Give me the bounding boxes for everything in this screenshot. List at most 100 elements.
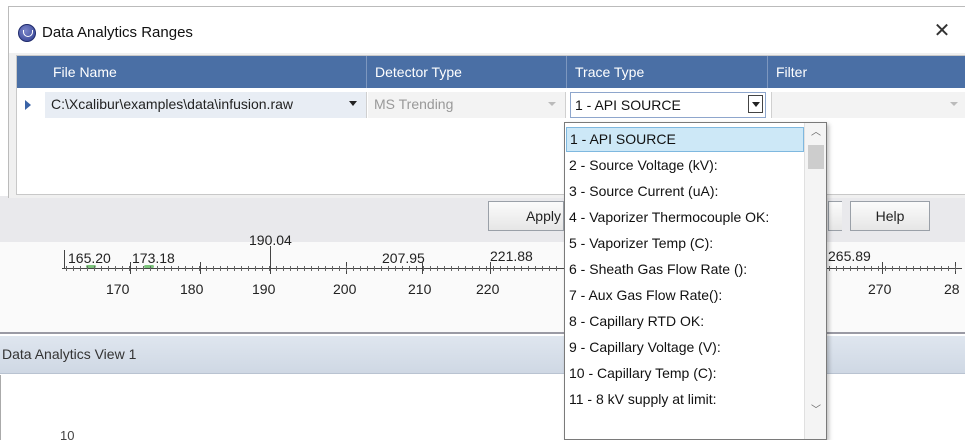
- column-header-label: File Name: [53, 64, 117, 80]
- view-title: Data Analytics View 1: [2, 346, 137, 362]
- minor-tick: [129, 266, 130, 271]
- column-header-detector-type[interactable]: Detector Type: [367, 56, 567, 88]
- filter-combobox[interactable]: [771, 92, 965, 118]
- tick-label: 180: [180, 281, 204, 297]
- peak-marker: [64, 250, 65, 268]
- minor-tick: [311, 266, 312, 271]
- tick-label: 270: [868, 281, 892, 297]
- minor-tick: [199, 266, 200, 271]
- hidden-button[interactable]: [828, 201, 842, 231]
- minor-tick: [535, 266, 536, 271]
- dialog-title: Data Analytics Ranges: [42, 24, 193, 41]
- tick-label: 220: [476, 281, 500, 297]
- minor-tick: [850, 266, 851, 271]
- minor-tick: [556, 266, 557, 271]
- minor-tick: [521, 266, 522, 271]
- column-header-filter[interactable]: Filter: [768, 56, 965, 88]
- minor-tick: [360, 266, 361, 271]
- file-name-combobox[interactable]: C:\Xcalibur\examples\data\infusion.raw: [45, 92, 367, 118]
- chevron-down-icon[interactable]: [548, 102, 556, 106]
- dropdown-option-label: 1 - API SOURCE: [570, 131, 676, 147]
- minor-tick: [388, 266, 389, 271]
- scroll-up-icon[interactable]: ︿: [805, 125, 826, 141]
- peak-label: 165.20: [68, 250, 111, 266]
- minor-tick: [73, 266, 74, 271]
- help-button[interactable]: Help: [850, 201, 930, 231]
- column-header-trace-type[interactable]: Trace Type: [567, 56, 768, 88]
- minor-tick: [164, 266, 165, 271]
- dropdown-option[interactable]: 11 - 8 kV supply at limit:: [566, 387, 804, 412]
- dropdown-option-label: 7 - Aux Gas Flow Rate():: [569, 287, 723, 303]
- detector-type-combobox[interactable]: MS Trending: [368, 92, 566, 118]
- trace-type-combobox[interactable]: 1 - API SOURCE: [570, 92, 766, 118]
- major-tick: [270, 262, 271, 274]
- minor-tick: [437, 266, 438, 271]
- dropdown-option[interactable]: 10 - Capillary Temp (C):: [566, 361, 804, 386]
- minor-tick: [325, 266, 326, 271]
- minor-tick: [920, 266, 921, 271]
- minor-tick: [276, 266, 277, 271]
- dropdown-option[interactable]: 8 - Capillary RTD OK:: [566, 309, 804, 334]
- dropdown-option-label: 10 - Capillary Temp (C):: [569, 365, 717, 381]
- dropdown-option[interactable]: 2 - Source Voltage (kV):: [566, 153, 804, 178]
- dropdown-option[interactable]: 6 - Sheath Gas Flow Rate ():: [566, 257, 804, 282]
- dropdown-option[interactable]: 9 - Capillary Voltage (V):: [566, 335, 804, 360]
- minor-tick: [157, 266, 158, 271]
- major-tick: [130, 262, 131, 274]
- trace-type-dropdown-button[interactable]: [748, 95, 763, 113]
- minor-tick: [927, 266, 928, 271]
- dropdown-option[interactable]: 4 - Vaporizer Thermocouple OK:: [566, 205, 804, 230]
- minor-tick: [514, 266, 515, 271]
- minor-tick: [836, 266, 837, 271]
- minor-tick: [192, 266, 193, 271]
- minor-tick: [136, 266, 137, 271]
- tick-label: 190: [252, 281, 276, 297]
- minor-tick: [332, 266, 333, 271]
- apply-button[interactable]: Apply: [488, 201, 564, 231]
- minor-tick: [185, 266, 186, 271]
- column-header-label: Detector Type: [375, 64, 462, 80]
- minor-tick: [857, 266, 858, 271]
- minor-tick: [878, 266, 879, 271]
- scrollbar-thumb[interactable]: [808, 145, 824, 169]
- minor-tick: [318, 266, 319, 271]
- minor-tick: [829, 266, 830, 271]
- dropdown-option-label: 5 - Vaporizer Temp (C):: [569, 235, 714, 251]
- help-button-label: Help: [875, 208, 905, 224]
- minor-tick: [465, 266, 466, 271]
- minor-tick: [913, 266, 914, 271]
- minor-tick: [262, 266, 263, 271]
- column-header-file-name[interactable]: File Name: [45, 56, 367, 88]
- dropdown-option-label: 8 - Capillary RTD OK:: [569, 313, 705, 329]
- dropdown-option[interactable]: 1 - API SOURCE: [566, 127, 804, 152]
- dropdown-scrollbar[interactable]: ︿ ﹀: [804, 123, 826, 439]
- minor-tick: [150, 266, 151, 271]
- trace-type-dropdown-list[interactable]: 1 - API SOURCE 2 - Source Voltage (kV): …: [564, 122, 827, 440]
- minor-tick: [234, 266, 235, 271]
- title-bar[interactable]: Data Analytics Ranges ✕: [9, 7, 965, 53]
- minor-tick: [458, 266, 459, 271]
- minor-tick: [290, 266, 291, 271]
- dropdown-option-label: 3 - Source Current (uA):: [569, 183, 719, 199]
- minor-tick: [906, 266, 907, 271]
- column-header-label: Filter: [776, 64, 808, 80]
- minor-tick: [353, 266, 354, 271]
- minor-tick: [346, 266, 347, 271]
- close-button[interactable]: ✕: [929, 18, 955, 44]
- peak-highlight: [144, 265, 154, 268]
- minor-tick: [304, 266, 305, 271]
- chevron-down-icon: [752, 102, 760, 107]
- scroll-down-icon[interactable]: ﹀: [805, 403, 826, 419]
- minor-tick: [241, 266, 242, 271]
- minor-tick: [955, 266, 956, 271]
- chevron-down-icon[interactable]: [950, 102, 958, 106]
- chevron-down-icon[interactable]: [349, 101, 357, 106]
- dropdown-option-label: 9 - Capillary Voltage (V):: [569, 339, 721, 355]
- dropdown-option[interactable]: 3 - Source Current (uA):: [566, 179, 804, 204]
- minor-tick: [94, 266, 95, 271]
- major-tick: [200, 262, 201, 274]
- minor-tick: [941, 266, 942, 271]
- dropdown-option[interactable]: 7 - Aux Gas Flow Rate():: [566, 283, 804, 308]
- dropdown-option[interactable]: 5 - Vaporizer Temp (C):: [566, 231, 804, 256]
- minor-tick: [402, 266, 403, 271]
